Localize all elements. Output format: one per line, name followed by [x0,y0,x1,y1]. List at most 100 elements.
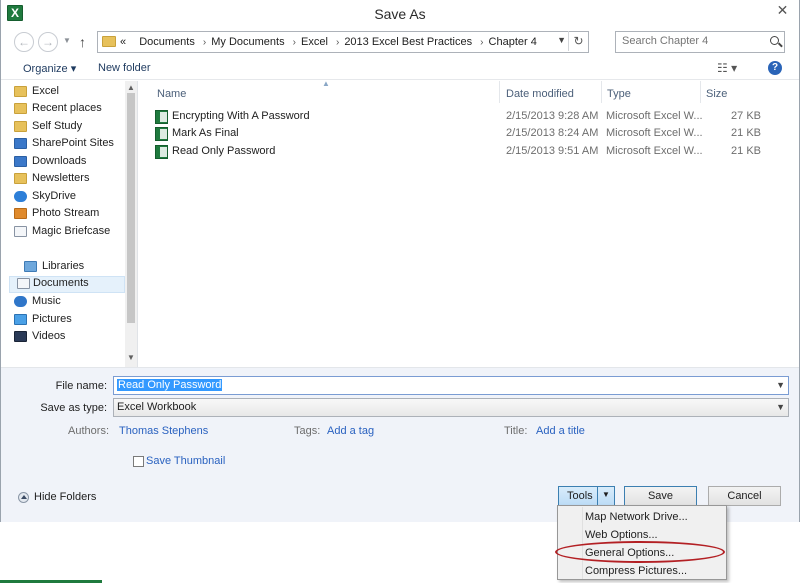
title-label: Title: [504,425,528,437]
sidebar-item-self-study[interactable]: Self Study [14,120,83,136]
sidebar-item-documents[interactable]: Documents [9,276,125,293]
refresh-icon[interactable]: ↻ [568,31,588,51]
sidebar-item-photo-stream[interactable]: Photo Stream [14,207,99,223]
music-icon [14,296,27,307]
sidebar-item-videos[interactable]: Videos [14,330,66,346]
sidebar-item-label: Documents [33,277,89,289]
save-button[interactable]: Save [624,486,697,506]
skydrive-icon [14,191,27,202]
column-header-name[interactable]: Name [157,88,186,100]
table-row[interactable]: Mark As Final 2/15/2013 8:24 AM Microsof… [141,126,797,143]
save-thumbnail-label[interactable]: Save Thumbnail [146,455,225,467]
breadcrumb-documents[interactable]: Documents [139,36,195,48]
cancel-button[interactable]: Cancel [708,486,781,506]
sidebar-item-downloads[interactable]: Downloads [14,155,87,171]
file-date: 2/15/2013 9:51 AM [506,145,599,157]
sidebar-scrollbar[interactable]: ▲ ▼ [125,81,137,367]
menu-item-compress-pictures[interactable]: Compress Pictures... [585,565,687,577]
file-name-field[interactable]: Read Only Password ▼ [113,376,789,395]
column-header-size[interactable]: Size [706,88,727,100]
sidebar-item-label: Recent places [32,102,102,114]
sidebar-item-newsletters[interactable]: Newsletters [14,172,89,188]
save-as-type-label: Save as type: [40,402,107,414]
column-header-date-modified[interactable]: Date modified [506,88,574,100]
search-icon[interactable] [770,36,779,45]
chevron-down-icon[interactable]: ▼ [776,380,785,390]
sidebar-item-label: Self Study [32,120,83,132]
tags-field[interactable]: Add a tag [327,425,374,437]
back-button[interactable]: ← [14,32,34,52]
tools-button[interactable]: Tools ▼ [558,486,615,506]
sidebar-item-recent-places[interactable]: Recent places [14,102,102,118]
folder-icon [14,86,27,97]
file-name-value[interactable]: Read Only Password [117,379,223,391]
chevron-down-icon[interactable]: ▼ [776,402,785,412]
file-type: Microsoft Excel W... [606,127,703,139]
breadcrumb-best-practices[interactable]: 2013 Excel Best Practices [344,36,472,48]
change-view-icon[interactable]: ☷ ▾ [717,61,737,75]
sidebar-item-sharepoint-sites[interactable]: SharePoint Sites [14,137,114,153]
column-divider[interactable] [700,81,701,103]
organize-button[interactable]: Organize ▾ [23,62,76,75]
recent-locations-chevron-icon[interactable]: ▼ [63,36,71,45]
sidebar-item-excel[interactable]: Excel [14,85,59,101]
hide-folders-button[interactable]: Hide Folders [34,491,96,503]
search-box[interactable] [615,31,785,53]
command-bar: Organize ▾ New folder ☷ ▾ ? [1,58,799,80]
sidebar-item-magic-briefcase[interactable]: Magic Briefcase [14,225,110,241]
breadcrumb-chapter-4[interactable]: Chapter 4 [489,36,537,48]
sharepoint-icon [14,138,27,149]
excel-file-icon [155,145,168,159]
authors-field[interactable]: Thomas Stephens [119,425,208,437]
save-as-type-select[interactable]: Excel Workbook ▼ [113,398,789,417]
sidebar-item-label: Downloads [32,155,87,167]
help-icon[interactable]: ? [768,61,782,75]
sidebar-item-label: Libraries [42,260,85,272]
save-options-panel: File name: Read Only Password ▼ Save as … [1,367,799,522]
menu-item-web-options[interactable]: Web Options... [585,529,658,541]
sidebar-item-skydrive[interactable]: SkyDrive [14,190,76,206]
breadcrumb-overflow[interactable]: « [120,36,126,48]
sidebar-item-label: Videos [32,330,66,342]
sidebar-item-label: SharePoint Sites [32,137,114,149]
search-input[interactable] [622,35,762,47]
sidebar-item-libraries[interactable]: Libraries [24,260,85,276]
file-name: Mark As Final [172,127,239,139]
column-header-type[interactable]: Type [607,88,631,100]
address-bar[interactable]: « Documents › My Documents › Excel › 2013 E… [97,31,589,53]
split-divider [597,487,598,505]
save-thumbnail-checkbox[interactable] [133,456,144,467]
briefcase-icon [14,226,27,237]
file-name: Encrypting With A Password [172,110,310,122]
sidebar-item-music[interactable]: Music [14,295,61,311]
folder-icon [14,173,27,184]
file-list: ▲ Name Date modified Type Size Encryptin… [141,79,797,367]
new-folder-button[interactable]: New folder [98,62,151,74]
breadcrumb-separator-icon: › [292,37,296,48]
table-row[interactable]: Encrypting With A Password 2/15/2013 9:2… [141,109,797,126]
menu-item-map-network-drive[interactable]: Map Network Drive... [585,511,688,523]
forward-button[interactable]: → [38,32,58,52]
dropdown-arrow-icon[interactable]: ▼ [602,486,610,504]
table-row[interactable]: Read Only Password 2/15/2013 9:51 AM Mic… [141,144,797,161]
address-dropdown-icon[interactable]: ▼ [557,35,566,45]
title-field[interactable]: Add a title [536,425,585,437]
breadcrumb-excel[interactable]: Excel [301,36,328,48]
column-divider[interactable] [601,81,602,103]
collapse-icon[interactable] [18,492,29,503]
sidebar-item-label: Pictures [32,313,72,325]
close-button[interactable]: ✕ [766,0,799,20]
file-name-label: File name: [55,380,107,392]
title-bar: Save As ✕ [1,0,799,28]
documents-icon [17,278,30,289]
sidebar-item-pictures[interactable]: Pictures [14,313,72,329]
folder-icon [102,36,116,47]
column-divider[interactable] [499,81,500,103]
scroll-thumb[interactable] [127,93,135,323]
scroll-down-icon[interactable]: ▼ [127,353,135,362]
up-button[interactable]: ↑ [79,34,86,50]
highlight-annotation [555,541,725,563]
breadcrumb-my-documents[interactable]: My Documents [211,36,284,48]
scroll-up-icon[interactable]: ▲ [127,83,135,92]
pictures-icon [14,314,27,325]
